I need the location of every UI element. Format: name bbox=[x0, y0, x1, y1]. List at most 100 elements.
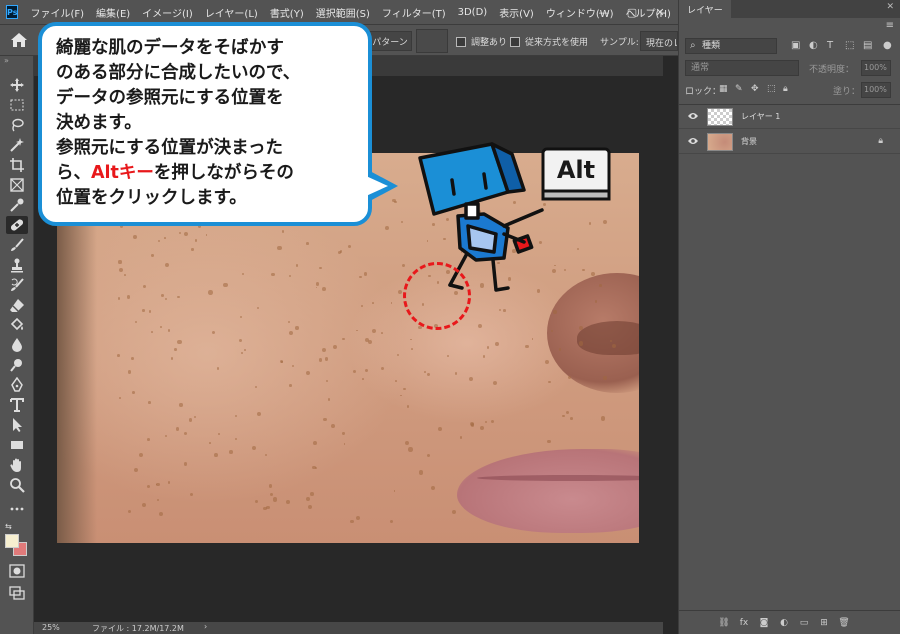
menu-select[interactable]: 選択範囲(S) bbox=[316, 5, 370, 20]
lock-transparent-icon[interactable]: ▦ bbox=[719, 84, 728, 94]
panel-close-icon[interactable]: ✕ bbox=[886, 2, 894, 12]
freckle-dot bbox=[359, 275, 363, 279]
lasso-tool-icon[interactable] bbox=[6, 116, 28, 134]
filter-pixel-icon[interactable]: ▣ bbox=[791, 40, 800, 51]
freckle-dot bbox=[242, 273, 245, 276]
freckle-dot bbox=[190, 493, 194, 497]
minimize-icon[interactable]: — bbox=[590, 2, 618, 22]
delete-layer-icon[interactable]: 🗑︎ bbox=[837, 616, 851, 630]
zoom-readout[interactable]: 25% bbox=[42, 623, 60, 632]
healing-brush-icon[interactable] bbox=[6, 216, 28, 234]
clone-stamp-icon[interactable] bbox=[6, 256, 28, 274]
menu-image[interactable]: イメージ(I) bbox=[142, 5, 193, 20]
freckle-dot bbox=[371, 329, 376, 334]
tab-layers[interactable]: レイヤー bbox=[679, 0, 731, 18]
pattern-button[interactable]: パターン bbox=[368, 31, 412, 51]
hand-tool-icon[interactable] bbox=[6, 456, 28, 474]
lock-row: ロック： ▦ ✎ ✥ ⬚ 🔒︎ 塗り： 100% bbox=[685, 82, 895, 100]
bubble-tail-inner bbox=[366, 176, 388, 196]
paint-bucket-icon[interactable] bbox=[6, 316, 28, 334]
legacy-option[interactable]: 従来方式を使用 bbox=[510, 35, 588, 48]
filter-adjustment-icon[interactable]: ◐ bbox=[809, 40, 818, 51]
path-select-icon[interactable] bbox=[6, 416, 28, 434]
legacy-checkbox[interactable] bbox=[510, 36, 520, 47]
menu-view[interactable]: 表示(V) bbox=[499, 5, 534, 20]
new-layer-icon[interactable]: ⊞ bbox=[817, 616, 831, 630]
type-tool-icon[interactable] bbox=[6, 396, 28, 414]
home-icon[interactable] bbox=[10, 32, 28, 48]
panel-footer: ⛓ fx ◙ ◐ ▭ ⊞ 🗑︎ bbox=[679, 610, 900, 634]
swap-colors-icon[interactable]: ⇆ bbox=[5, 522, 12, 531]
freckle-dot bbox=[266, 506, 270, 510]
menu-layer[interactable]: レイヤー(L) bbox=[205, 5, 258, 20]
freckle-dot bbox=[599, 284, 602, 287]
alt-key-label-wrap: Alt bbox=[540, 142, 612, 198]
eyedropper-icon[interactable] bbox=[6, 196, 28, 214]
freckle-dot bbox=[308, 505, 313, 510]
maximize-icon[interactable]: ▢ bbox=[618, 2, 646, 22]
lock-pixels-icon[interactable]: ✎ bbox=[735, 84, 743, 94]
quick-mask-icon[interactable] bbox=[9, 564, 25, 578]
aligned-checkbox[interactable] bbox=[456, 36, 466, 47]
bubble-text: ら、 bbox=[56, 163, 91, 183]
adjustment-layer-icon[interactable]: ◐ bbox=[777, 616, 791, 630]
more-tools-icon[interactable] bbox=[6, 500, 28, 518]
opacity-input[interactable]: 100% bbox=[861, 60, 891, 76]
fill-input[interactable]: 100% bbox=[861, 82, 891, 98]
filter-type-icon[interactable]: T bbox=[827, 40, 833, 51]
freckle-dot bbox=[184, 431, 188, 436]
foreground-color-swatch[interactable] bbox=[5, 534, 19, 548]
file-info: ファイル : 17.2M/17.2M bbox=[92, 624, 184, 633]
lock-all-icon[interactable]: 🔒︎ bbox=[783, 84, 788, 94]
aligned-option[interactable]: 調整あり bbox=[456, 35, 507, 48]
filter-toggle-icon[interactable]: ● bbox=[883, 40, 892, 51]
status-arrow-icon[interactable]: › bbox=[204, 622, 207, 631]
new-group-icon[interactable]: ▭ bbox=[797, 616, 811, 630]
frame-tool-icon[interactable] bbox=[6, 176, 28, 194]
collapse-icon[interactable]: » bbox=[4, 56, 9, 65]
blend-mode-select[interactable]: 通常 bbox=[685, 60, 799, 76]
lock-artboard-icon[interactable]: ⬚ bbox=[767, 84, 776, 94]
visibility-eye-icon[interactable] bbox=[687, 111, 699, 121]
move-tool-icon[interactable] bbox=[6, 76, 28, 94]
blur-tool-icon[interactable] bbox=[6, 336, 28, 354]
freckle-dot bbox=[365, 368, 369, 372]
layer-row[interactable]: 背景 🔒︎ bbox=[679, 130, 900, 154]
sample-select[interactable]: 現在のレイヤー bbox=[640, 31, 678, 51]
crop-tool-icon[interactable] bbox=[6, 156, 28, 174]
close-icon[interactable]: ✕ bbox=[646, 2, 674, 22]
layer-row[interactable]: レイヤー 1 bbox=[679, 105, 900, 129]
freckle-dot bbox=[545, 359, 550, 364]
dodge-tool-icon[interactable] bbox=[6, 356, 28, 374]
pattern-picker[interactable] bbox=[416, 29, 448, 53]
visibility-eye-icon[interactable] bbox=[687, 136, 699, 146]
lock-position-icon[interactable]: ✥ bbox=[751, 84, 759, 94]
freckle-dot bbox=[404, 441, 409, 446]
freckle-dot bbox=[235, 438, 238, 441]
freckle-dot bbox=[149, 310, 152, 313]
layer-filter-select[interactable]: 種類 bbox=[685, 38, 777, 54]
filter-shape-icon[interactable]: ⬚ bbox=[845, 40, 854, 51]
freckle-dot bbox=[403, 387, 406, 391]
marquee-tool-icon[interactable] bbox=[6, 96, 28, 114]
rectangle-tool-icon[interactable] bbox=[6, 436, 28, 454]
menu-3d[interactable]: 3D(D) bbox=[458, 7, 488, 18]
filter-smart-object-icon[interactable]: ▤ bbox=[863, 40, 872, 51]
magic-wand-icon[interactable] bbox=[6, 136, 28, 154]
menu-type[interactable]: 書式(Y) bbox=[270, 5, 304, 20]
freckle-dot bbox=[503, 309, 506, 312]
screen-mode-icon[interactable] bbox=[9, 586, 25, 600]
history-brush-icon[interactable] bbox=[6, 276, 28, 294]
brush-tool-icon[interactable] bbox=[6, 236, 28, 254]
link-layers-icon[interactable]: ⛓ bbox=[717, 616, 731, 630]
menu-filter[interactable]: フィルター(T) bbox=[382, 5, 446, 20]
layer-style-icon[interactable]: fx bbox=[737, 616, 751, 630]
zoom-tool-icon[interactable] bbox=[6, 476, 28, 494]
pen-tool-icon[interactable] bbox=[6, 376, 28, 394]
menu-file[interactable]: ファイル(F) bbox=[30, 5, 84, 20]
panel-menu-icon[interactable]: ≡ bbox=[886, 20, 894, 31]
eraser-icon[interactable] bbox=[6, 296, 28, 314]
menu-edit[interactable]: 編集(E) bbox=[96, 5, 130, 20]
add-mask-icon[interactable]: ◙ bbox=[757, 616, 771, 630]
freckle-dot bbox=[426, 453, 431, 458]
